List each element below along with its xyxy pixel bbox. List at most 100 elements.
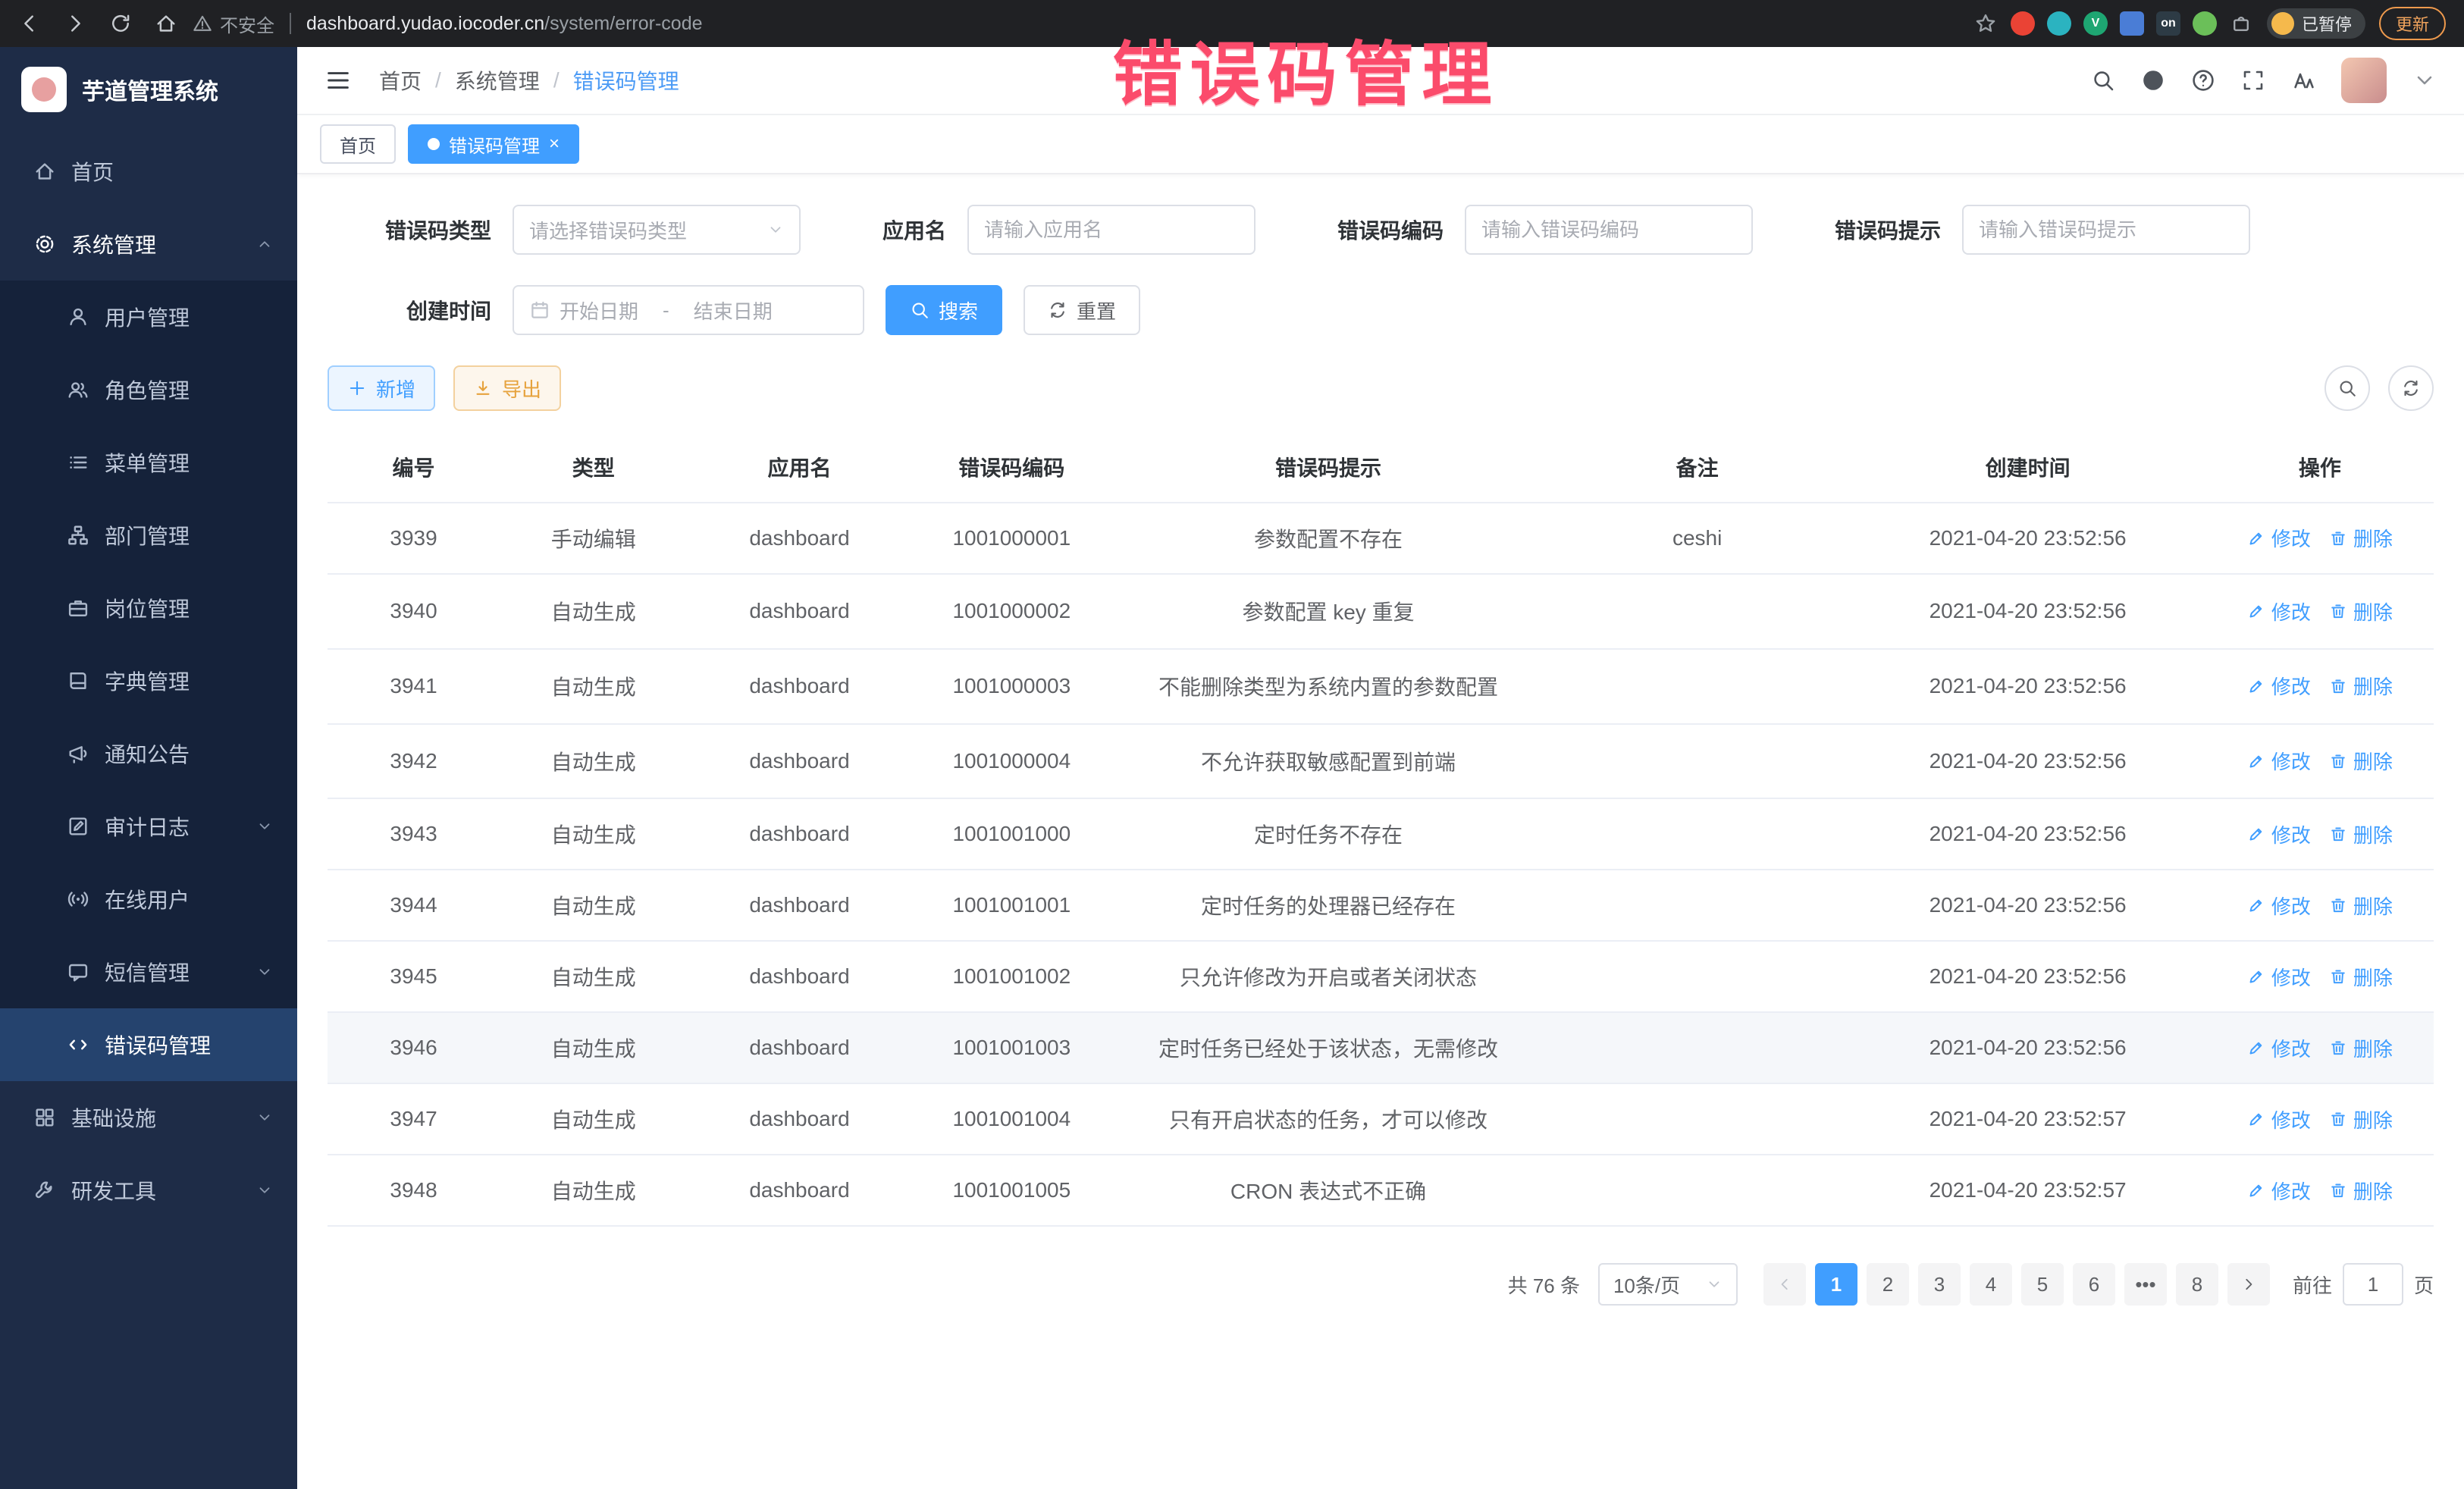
close-icon[interactable]: × — [549, 135, 560, 153]
filter-label: 错误码类型 — [328, 215, 491, 245]
reload-icon[interactable] — [109, 12, 132, 35]
breadcrumb-item-0[interactable]: 首页 — [379, 65, 422, 96]
security-indicator[interactable]: 不安全 — [193, 11, 274, 37]
address-bar[interactable]: dashboard.yudao.iocoder.cn/system/error-… — [306, 13, 1959, 35]
back-icon[interactable] — [18, 12, 41, 35]
filter-label-create-time: 创建时间 — [328, 295, 491, 325]
sidebar-item-dev-tools[interactable]: 研发工具 — [0, 1154, 297, 1227]
sidebar-item-infra[interactable]: 基础设施 — [0, 1081, 297, 1154]
pagination-page-4[interactable]: 4 — [1970, 1263, 2012, 1306]
pagination-page-2[interactable]: 2 — [1867, 1263, 1909, 1306]
edit-link[interactable]: 修改 — [2247, 1105, 2311, 1133]
github-icon[interactable] — [2141, 68, 2165, 92]
edit-link[interactable]: 修改 — [2247, 963, 2311, 991]
browser-home-icon[interactable] — [155, 12, 177, 35]
edit-link[interactable]: 修改 — [2247, 597, 2311, 625]
cell-created: 2021-04-20 23:52:57 — [1849, 1155, 2205, 1226]
sidebar-item-post[interactable]: 岗位管理 — [0, 572, 297, 644]
extension-green-v-icon[interactable]: V — [2083, 11, 2108, 36]
sidebar-item-dict[interactable]: 字典管理 — [0, 644, 297, 717]
delete-link[interactable]: 删除 — [2329, 597, 2393, 625]
delete-link[interactable]: 删除 — [2329, 747, 2393, 775]
menu-fold-icon[interactable] — [324, 67, 352, 94]
users-icon — [67, 378, 89, 401]
error-code-input[interactable] — [1481, 218, 1736, 242]
extension-green-leaf-icon[interactable] — [2193, 11, 2217, 36]
error-code-type-select[interactable]: 请选择错误码类型 — [513, 205, 801, 255]
table-header-row: 编号类型应用名错误码编码错误码提示备注创建时间操作 — [328, 432, 2434, 503]
pagination-ellipsis[interactable]: ••• — [2124, 1263, 2167, 1306]
sidebar-item-notice[interactable]: 通知公告 — [0, 717, 297, 790]
delete-link[interactable]: 删除 — [2329, 892, 2393, 920]
pagination-page-3[interactable]: 3 — [1918, 1263, 1961, 1306]
browser-toolbar: 不安全 dashboard.yudao.iocoder.cn/system/er… — [0, 0, 2464, 47]
edit-link[interactable]: 修改 — [2247, 524, 2311, 552]
export-button[interactable]: 导出 — [453, 365, 561, 411]
page-size-select[interactable]: 10条/页 — [1598, 1263, 1738, 1306]
sidebar-item-role[interactable]: 角色管理 — [0, 353, 297, 426]
app-name-input[interactable] — [984, 218, 1239, 242]
edit-link[interactable]: 修改 — [2247, 1177, 2311, 1205]
bookmark-star-icon[interactable] — [1974, 12, 1997, 35]
list-icon — [67, 451, 89, 474]
breadcrumb-item-1[interactable]: 系统管理 — [455, 65, 540, 96]
pagination-page-6[interactable]: 6 — [2073, 1263, 2115, 1306]
sidebar-item-home[interactable]: 首页 — [0, 135, 297, 208]
reset-button[interactable]: 重置 — [1024, 285, 1140, 335]
pagination-page-8[interactable]: 8 — [2176, 1263, 2218, 1306]
delete-icon — [2329, 1181, 2347, 1199]
search-icon[interactable] — [2091, 68, 2115, 92]
extension-teal-drop-icon[interactable] — [2047, 11, 2071, 36]
goto-page-input[interactable] — [2343, 1263, 2403, 1306]
extension-puzzle-icon[interactable] — [2229, 11, 2253, 36]
error-hint-input[interactable] — [1979, 218, 2234, 242]
chevron-down-icon[interactable] — [2412, 68, 2437, 92]
extension-red-record-icon[interactable] — [2011, 11, 2035, 36]
pagination-prev-button[interactable] — [1763, 1263, 1806, 1306]
edit-link[interactable]: 修改 — [2247, 747, 2311, 775]
edit-link[interactable]: 修改 — [2247, 892, 2311, 920]
extension-password-on-icon[interactable]: on — [2156, 11, 2180, 36]
delete-link[interactable]: 删除 — [2329, 963, 2393, 991]
add-button[interactable]: 新增 — [328, 365, 435, 411]
fullscreen-icon[interactable] — [2241, 68, 2265, 92]
profile-chip[interactable]: 已暂停 — [2267, 8, 2365, 39]
pagination-page-1[interactable]: 1 — [1815, 1263, 1857, 1306]
search-button[interactable]: 搜索 — [886, 285, 1002, 335]
sidebar-item-system[interactable]: 系统管理 — [0, 208, 297, 281]
user-avatar[interactable] — [2341, 58, 2387, 103]
sidebar-item-menu[interactable]: 菜单管理 — [0, 426, 297, 499]
sidebar-item-sms[interactable]: 短信管理 — [0, 936, 297, 1008]
chevron-left-icon — [1776, 1276, 1793, 1293]
edit-link[interactable]: 修改 — [2247, 1034, 2311, 1062]
delete-link[interactable]: 删除 — [2329, 524, 2393, 552]
cell-type: 自动生成 — [500, 870, 687, 941]
edit-link[interactable]: 修改 — [2247, 820, 2311, 848]
edit-link[interactable]: 修改 — [2247, 672, 2311, 700]
help-icon[interactable] — [2191, 68, 2215, 92]
sidebar-item-audit-log[interactable]: 审计日志 — [0, 790, 297, 863]
table-search-toggle-button[interactable] — [2324, 365, 2370, 411]
sidebar-item-user[interactable]: 用户管理 — [0, 281, 297, 353]
cell-app: dashboard — [687, 941, 911, 1012]
delete-link[interactable]: 删除 — [2329, 820, 2393, 848]
delete-link[interactable]: 删除 — [2329, 1034, 2393, 1062]
delete-link[interactable]: 删除 — [2329, 1177, 2393, 1205]
tab-home[interactable]: 首页 — [320, 124, 396, 164]
delete-link[interactable]: 删除 — [2329, 672, 2393, 700]
pagination-goto: 前往 页 — [2293, 1263, 2434, 1306]
update-button[interactable]: 更新 — [2379, 7, 2446, 40]
table-refresh-button[interactable] — [2388, 365, 2434, 411]
create-time-range-picker[interactable]: 开始日期 - 结束日期 — [513, 285, 864, 335]
sidebar-item-error-code[interactable]: 错误码管理 — [0, 1008, 297, 1081]
pagination-next-button[interactable] — [2227, 1263, 2270, 1306]
forward-icon[interactable] — [64, 12, 86, 35]
tab-error-code[interactable]: 错误码管理× — [408, 124, 579, 164]
app-logo[interactable]: 芋道管理系统 — [0, 47, 297, 132]
extension-blue-grid-icon[interactable] — [2120, 11, 2144, 36]
font-size-icon[interactable] — [2291, 68, 2315, 92]
delete-link[interactable]: 删除 — [2329, 1105, 2393, 1133]
sidebar-item-online-user[interactable]: 在线用户 — [0, 863, 297, 936]
pagination-page-5[interactable]: 5 — [2021, 1263, 2064, 1306]
sidebar-item-dept[interactable]: 部门管理 — [0, 499, 297, 572]
